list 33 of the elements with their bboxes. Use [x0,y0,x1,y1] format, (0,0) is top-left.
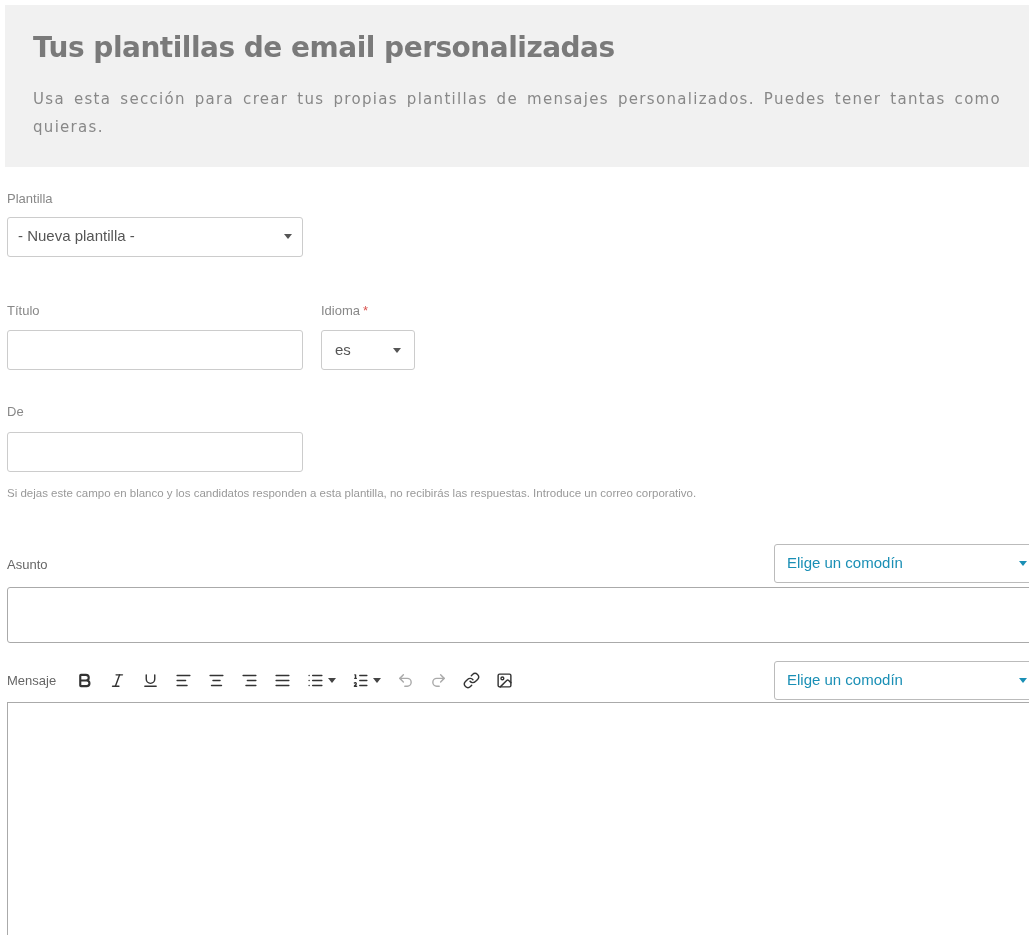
redo-icon [430,671,448,689]
field-label: Mensaje [7,671,57,690]
wildcard-select[interactable]: Elige un comodín [774,660,1029,700]
numbered-list-icon [352,671,370,689]
field-label: Asunto [7,556,48,575]
caret-icon [373,677,382,683]
page-description: Usa esta sección para crear tus propias plantillas de mensajes personalizados. Puedes tener tantas como quieras. [33,89,1001,138]
link-button[interactable] [463,671,481,689]
field-label: Idioma [321,301,361,320]
image-icon [496,671,514,689]
underline-icon [142,671,160,689]
wildcard-select[interactable]: Elige un comodín [774,543,1029,583]
field-label: Título [7,301,41,320]
field-label: Plantilla [7,190,54,208]
caret-icon [284,234,292,239]
from-input[interactable] [7,431,303,472]
subject-input[interactable] [7,586,1029,643]
required-mark: * [363,301,369,320]
help-text: Si dejas este campo en blanco y los candidatos responden a esta plantilla, no recibirás las respuestas. Introduce un correo corporativo. [7,485,698,501]
undo-icon [397,671,415,689]
caret-icon [393,347,401,353]
caret-icon [1019,560,1027,566]
numbered-list-button[interactable] [352,671,382,689]
title-input[interactable] [7,330,303,370]
link-icon [463,671,481,689]
image-button[interactable] [496,671,514,689]
underline-button[interactable] [142,671,160,689]
caret-icon [1019,677,1027,683]
page-title: Tus plantillas de email personalizadas [33,30,616,66]
caret-icon [328,677,337,683]
language-select[interactable]: es [321,330,415,370]
template-select[interactable]: - Nueva plantilla - [7,216,303,257]
field-label: De [7,403,25,421]
